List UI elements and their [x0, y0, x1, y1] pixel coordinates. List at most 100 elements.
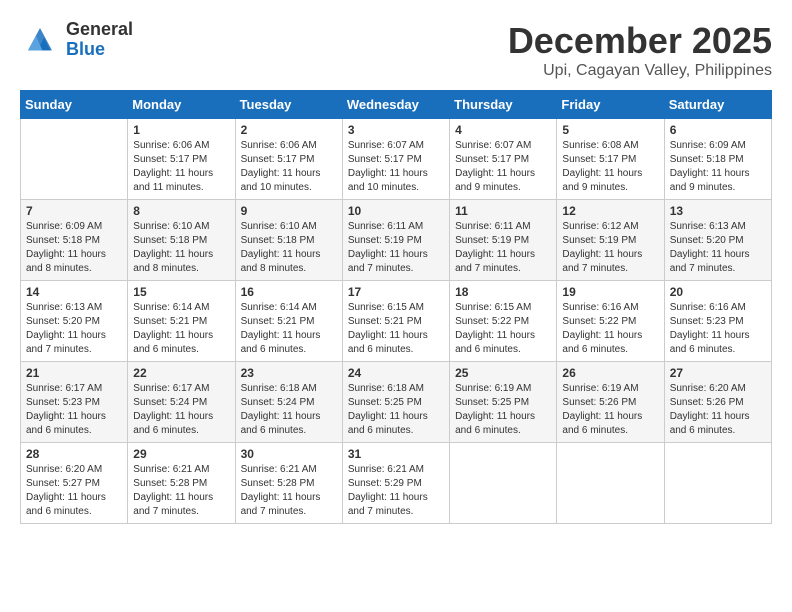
day-number: 31	[348, 447, 444, 461]
calendar-cell: 6 Sunrise: 6:09 AMSunset: 5:18 PMDaylight…	[664, 119, 771, 200]
day-number: 24	[348, 366, 444, 380]
logo-icon	[20, 20, 60, 60]
day-info: Sunrise: 6:21 AMSunset: 5:29 PMDaylight:…	[348, 463, 444, 519]
calendar-cell: 7 Sunrise: 6:09 AMSunset: 5:18 PMDaylight…	[21, 200, 128, 281]
day-number: 22	[133, 366, 229, 380]
day-number: 8	[133, 204, 229, 218]
calendar-cell: 8Sunrise: 6:10 AMSunset: 5:18 PMDaylight…	[128, 200, 235, 281]
logo-text: General Blue	[66, 20, 133, 60]
calendar-cell: 16 Sunrise: 6:14 AMSunset: 5:21 PMDayligh…	[235, 281, 342, 362]
calendar-cell	[664, 443, 771, 524]
weekday-header-row: SundayMondayTuesdayWednesdayThursdayFrid…	[21, 91, 772, 119]
day-number: 29	[133, 447, 229, 461]
calendar-cell: 3 Sunrise: 6:07 AMSunset: 5:17 PMDaylight…	[342, 119, 449, 200]
day-info: Sunrise: 6:06 AMSunset: 5:17 PMDaylight:…	[241, 139, 337, 195]
day-info: Sunrise: 6:07 AMSunset: 5:17 PMDaylight:…	[348, 139, 444, 195]
calendar-cell: 28Sunrise: 6:20 AMSunset: 5:27 PMDayligh…	[21, 443, 128, 524]
day-info: Sunrise: 6:15 AMSunset: 5:22 PMDaylight:…	[455, 301, 551, 357]
weekday-header-wednesday: Wednesday	[342, 91, 449, 119]
weekday-header-monday: Monday	[128, 91, 235, 119]
calendar-cell	[557, 443, 664, 524]
calendar-table: SundayMondayTuesdayWednesdayThursdayFrid…	[20, 90, 772, 524]
page-header: General Blue December 2025 Upi, Cagayan …	[20, 20, 772, 80]
day-number: 2	[241, 123, 337, 137]
day-info: Sunrise: 6:06 AMSunset: 5:17 PMDaylight:…	[133, 139, 229, 195]
day-number: 11	[455, 204, 551, 218]
weekday-header-thursday: Thursday	[450, 91, 557, 119]
calendar-cell	[450, 443, 557, 524]
calendar-week-3: 14 Sunrise: 6:13 AMSunset: 5:20 PMDayligh…	[21, 281, 772, 362]
calendar-cell: 5Sunrise: 6:08 AMSunset: 5:17 PMDaylight…	[557, 119, 664, 200]
day-number: 20	[670, 285, 766, 299]
calendar-cell: 26 Sunrise: 6:19 AMSunset: 5:26 PMDayligh…	[557, 362, 664, 443]
calendar-cell: 10Sunrise: 6:11 AMSunset: 5:19 PMDayligh…	[342, 200, 449, 281]
day-info: Sunrise: 6:07 AMSunset: 5:17 PMDaylight:…	[455, 139, 551, 195]
day-number: 13	[670, 204, 766, 218]
calendar-cell: 13 Sunrise: 6:13 AMSunset: 5:20 PMDayligh…	[664, 200, 771, 281]
day-number: 7	[26, 204, 122, 218]
calendar-cell	[21, 119, 128, 200]
calendar-cell: 29Sunrise: 6:21 AMSunset: 5:28 PMDayligh…	[128, 443, 235, 524]
calendar-cell: 15 Sunrise: 6:14 AMSunset: 5:21 PMDayligh…	[128, 281, 235, 362]
day-info: Sunrise: 6:14 AMSunset: 5:21 PMDaylight:…	[133, 301, 229, 357]
calendar-cell: 18 Sunrise: 6:15 AMSunset: 5:22 PMDayligh…	[450, 281, 557, 362]
day-info: Sunrise: 6:16 AMSunset: 5:23 PMDaylight:…	[670, 301, 766, 357]
calendar-cell: 11 Sunrise: 6:11 AMSunset: 5:19 PMDayligh…	[450, 200, 557, 281]
logo-blue-text: Blue	[66, 40, 133, 60]
day-info: Sunrise: 6:10 AMSunset: 5:18 PMDaylight:…	[241, 220, 337, 276]
weekday-header-sunday: Sunday	[21, 91, 128, 119]
calendar-cell: 12Sunrise: 6:12 AMSunset: 5:19 PMDayligh…	[557, 200, 664, 281]
day-info: Sunrise: 6:18 AMSunset: 5:24 PMDaylight:…	[241, 382, 337, 438]
day-number: 15	[133, 285, 229, 299]
day-number: 5	[562, 123, 658, 137]
day-number: 21	[26, 366, 122, 380]
calendar-cell: 1 Sunrise: 6:06 AMSunset: 5:17 PMDaylight…	[128, 119, 235, 200]
month-title: December 2025	[508, 20, 772, 62]
day-info: Sunrise: 6:13 AMSunset: 5:20 PMDaylight:…	[670, 220, 766, 276]
day-number: 26	[562, 366, 658, 380]
day-info: Sunrise: 6:15 AMSunset: 5:21 PMDaylight:…	[348, 301, 444, 357]
day-number: 9	[241, 204, 337, 218]
day-info: Sunrise: 6:13 AMSunset: 5:20 PMDaylight:…	[26, 301, 122, 357]
day-info: Sunrise: 6:11 AMSunset: 5:19 PMDaylight:…	[455, 220, 551, 276]
day-info: Sunrise: 6:20 AMSunset: 5:27 PMDaylight:…	[26, 463, 122, 519]
day-number: 4	[455, 123, 551, 137]
day-info: Sunrise: 6:19 AMSunset: 5:25 PMDaylight:…	[455, 382, 551, 438]
day-info: Sunrise: 6:20 AMSunset: 5:26 PMDaylight:…	[670, 382, 766, 438]
title-block: December 2025 Upi, Cagayan Valley, Phili…	[508, 20, 772, 80]
day-number: 25	[455, 366, 551, 380]
day-info: Sunrise: 6:16 AMSunset: 5:22 PMDaylight:…	[562, 301, 658, 357]
day-number: 1	[133, 123, 229, 137]
day-info: Sunrise: 6:11 AMSunset: 5:19 PMDaylight:…	[348, 220, 444, 276]
day-number: 14	[26, 285, 122, 299]
day-info: Sunrise: 6:19 AMSunset: 5:26 PMDaylight:…	[562, 382, 658, 438]
weekday-header-tuesday: Tuesday	[235, 91, 342, 119]
day-number: 27	[670, 366, 766, 380]
day-info: Sunrise: 6:18 AMSunset: 5:25 PMDaylight:…	[348, 382, 444, 438]
day-info: Sunrise: 6:21 AMSunset: 5:28 PMDaylight:…	[241, 463, 337, 519]
day-number: 18	[455, 285, 551, 299]
calendar-cell: 2 Sunrise: 6:06 AMSunset: 5:17 PMDaylight…	[235, 119, 342, 200]
calendar-week-2: 7 Sunrise: 6:09 AMSunset: 5:18 PMDaylight…	[21, 200, 772, 281]
day-info: Sunrise: 6:12 AMSunset: 5:19 PMDaylight:…	[562, 220, 658, 276]
day-info: Sunrise: 6:09 AMSunset: 5:18 PMDaylight:…	[26, 220, 122, 276]
day-number: 6	[670, 123, 766, 137]
day-info: Sunrise: 6:09 AMSunset: 5:18 PMDaylight:…	[670, 139, 766, 195]
calendar-cell: 19 Sunrise: 6:16 AMSunset: 5:22 PMDayligh…	[557, 281, 664, 362]
calendar-cell: 31 Sunrise: 6:21 AMSunset: 5:29 PMDayligh…	[342, 443, 449, 524]
weekday-header-saturday: Saturday	[664, 91, 771, 119]
day-info: Sunrise: 6:14 AMSunset: 5:21 PMDaylight:…	[241, 301, 337, 357]
calendar-cell: 30Sunrise: 6:21 AMSunset: 5:28 PMDayligh…	[235, 443, 342, 524]
calendar-cell: 14 Sunrise: 6:13 AMSunset: 5:20 PMDayligh…	[21, 281, 128, 362]
calendar-week-5: 28Sunrise: 6:20 AMSunset: 5:27 PMDayligh…	[21, 443, 772, 524]
calendar-cell: 4 Sunrise: 6:07 AMSunset: 5:17 PMDaylight…	[450, 119, 557, 200]
calendar-cell: 21 Sunrise: 6:17 AMSunset: 5:23 PMDayligh…	[21, 362, 128, 443]
day-number: 17	[348, 285, 444, 299]
calendar-cell: 24 Sunrise: 6:18 AMSunset: 5:25 PMDayligh…	[342, 362, 449, 443]
day-number: 19	[562, 285, 658, 299]
day-number: 3	[348, 123, 444, 137]
logo-general-text: General	[66, 20, 133, 40]
calendar-week-4: 21 Sunrise: 6:17 AMSunset: 5:23 PMDayligh…	[21, 362, 772, 443]
day-info: Sunrise: 6:17 AMSunset: 5:23 PMDaylight:…	[26, 382, 122, 438]
day-number: 16	[241, 285, 337, 299]
